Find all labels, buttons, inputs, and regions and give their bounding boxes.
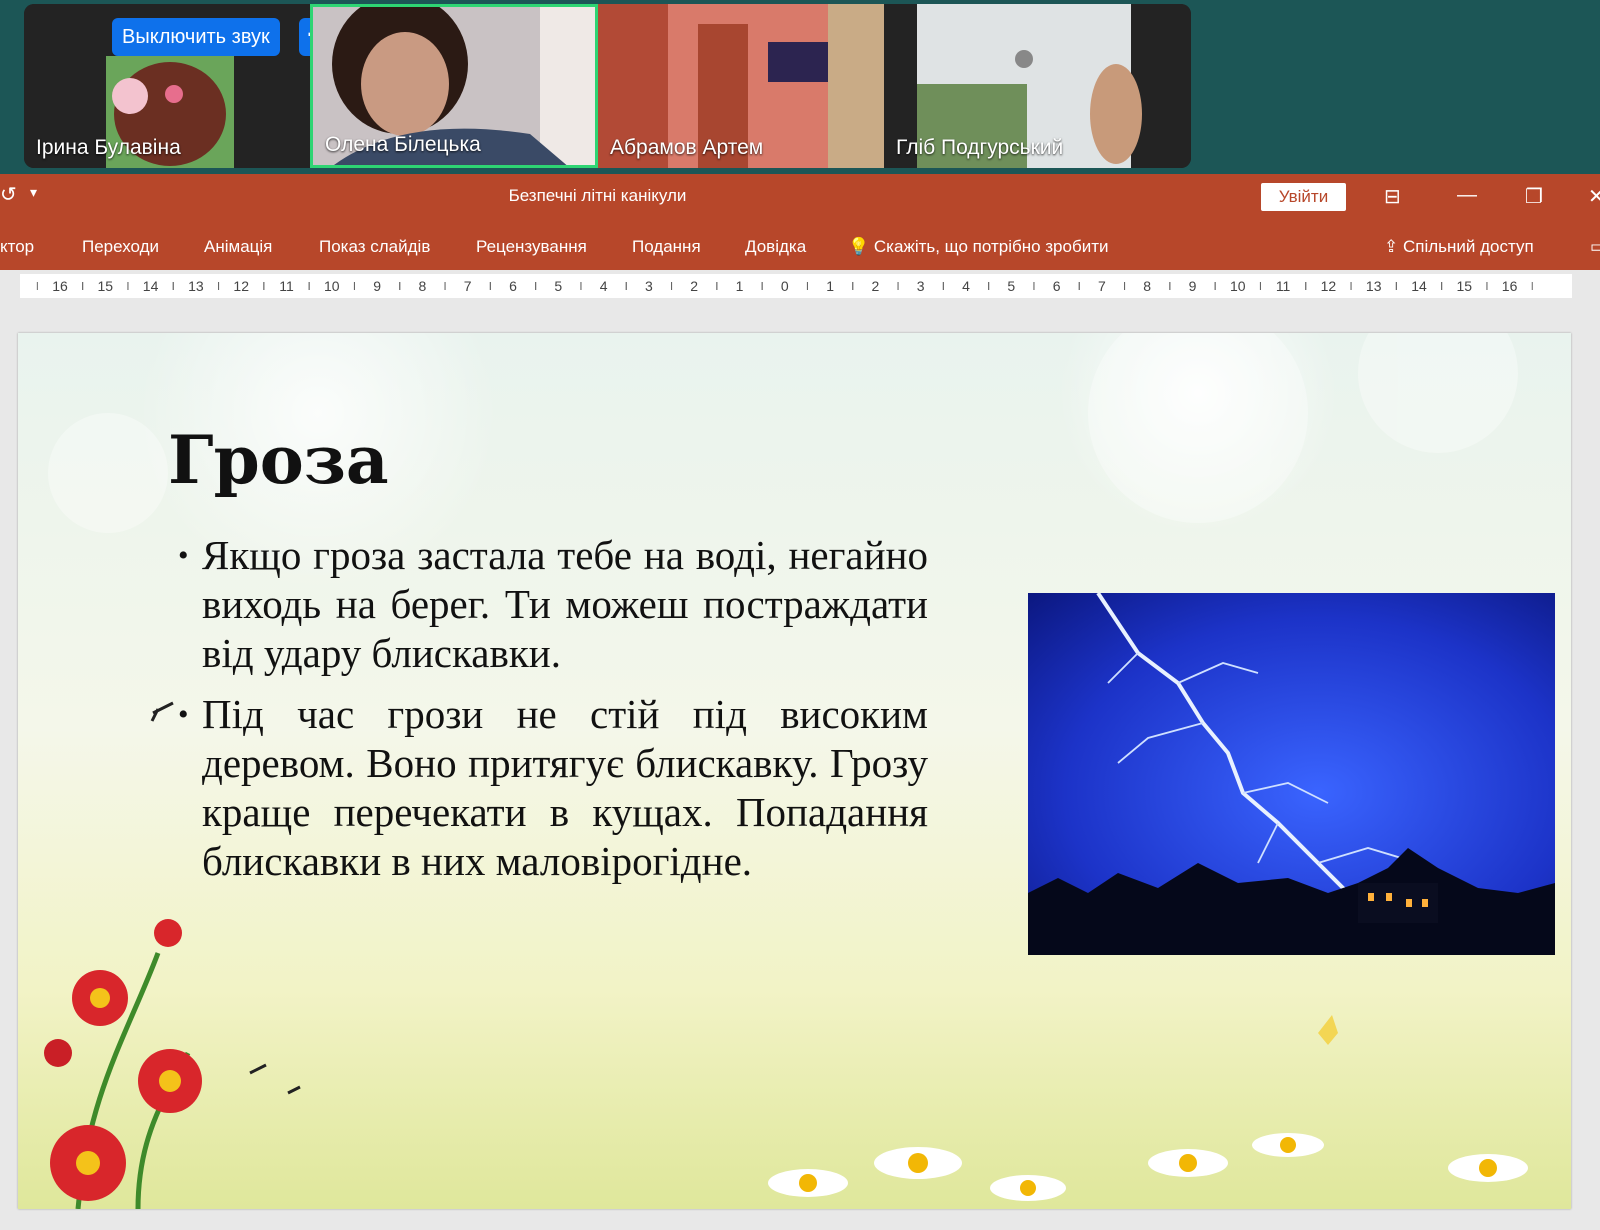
ruler-label: 7 xyxy=(1098,278,1106,294)
ruler-label: 9 xyxy=(1189,278,1197,294)
ribbon-tabs: ктор Переходи Анімація Показ слайдів Рец… xyxy=(0,222,1600,270)
ruler-label: 3 xyxy=(917,278,925,294)
ruler-label: 16 xyxy=(1502,278,1518,294)
participant-name: Олена Білецька xyxy=(325,133,481,156)
tell-me-search[interactable]: 💡 Скажіть, що потрібно зробити xyxy=(848,237,1109,257)
tell-me-label: Скажіть, що потрібно зробити xyxy=(873,237,1109,256)
ruler-label: 8 xyxy=(419,278,427,294)
ruler-label: 10 xyxy=(324,278,340,294)
ruler-label: 5 xyxy=(554,278,562,294)
lightning-photo[interactable] xyxy=(1028,593,1555,955)
ribbon-display-options-icon[interactable]: ⊟ xyxy=(1384,184,1401,209)
ruler-label: 11 xyxy=(279,278,294,294)
participant-tile-1[interactable]: Ірина Булавіна Выключить звук ··· xyxy=(24,4,310,168)
bullet-item: Якщо гроза застала тебе на воді, негайно… xyxy=(178,531,928,678)
tab-animations[interactable]: Анімація xyxy=(204,237,272,257)
signin-button[interactable]: Увійти xyxy=(1261,183,1346,211)
powerpoint-titlebar: ↺ ▾ Безпечні літні канікули Увійти ⊟ — ❐… xyxy=(0,174,1600,222)
ruler-label: 14 xyxy=(1411,278,1427,294)
ruler-label: 0 xyxy=(781,278,789,294)
ruler-label: 7 xyxy=(464,278,472,294)
document-title: Безпечні літні канікули xyxy=(508,186,687,205)
horizontal-ruler[interactable]: 16 15 14 13 12 11 10 9 8 7 6 5 4 3 2 1 0 1 2 3 4 5 6 7 8 9 10 11 12 1… xyxy=(20,274,1572,298)
ruler-label: 12 xyxy=(233,278,249,294)
bullet-item: Під час грози не стій під високим дерево… xyxy=(178,690,928,886)
participant-tile-4[interactable]: Гліб Подгурський xyxy=(884,4,1191,168)
tab-help[interactable]: Довідка xyxy=(745,237,806,257)
ruler-label: 2 xyxy=(690,278,698,294)
ruler-label: 2 xyxy=(872,278,880,294)
restore-icon[interactable]: ❐ xyxy=(1525,184,1543,209)
ruler-label: 8 xyxy=(1143,278,1151,294)
tab-transitions[interactable]: Переходи xyxy=(82,237,159,257)
ruler-label: 12 xyxy=(1321,278,1337,294)
ruler-ticks: 16 15 14 13 12 11 10 9 8 7 6 5 4 3 2 1 0 1 2 3 4 5 6 7 8 9 10 11 12 1… xyxy=(36,278,1533,294)
ruler-label: 6 xyxy=(1053,278,1061,294)
ruler-label: 11 xyxy=(1276,278,1291,294)
ruler-label: 4 xyxy=(962,278,970,294)
slide-canvas[interactable]: Гроза Якщо гроза застала тебе на воді, н… xyxy=(18,333,1571,1209)
lightbulb-icon: 💡 xyxy=(848,237,870,256)
participant-tile-2[interactable]: Олена Білецька xyxy=(310,4,598,168)
close-icon[interactable]: ✕ xyxy=(1588,184,1600,209)
ruler-label: 1 xyxy=(736,278,744,294)
ruler-label: 15 xyxy=(98,278,114,294)
share-button[interactable]: ⇪ Спільний доступ xyxy=(1384,237,1534,257)
participant-name: Ірина Булавіна xyxy=(36,136,181,159)
ruler-label: 1 xyxy=(826,278,834,294)
tab-design[interactable]: ктор xyxy=(0,237,34,257)
ruler-label: 10 xyxy=(1230,278,1246,294)
participant-name: Абрамов Артем xyxy=(610,136,764,159)
video-tiles: Ірина Булавіна Выключить звук ··· Олена … xyxy=(24,4,1191,168)
ruler-label: 14 xyxy=(143,278,159,294)
ruler-label: 9 xyxy=(373,278,381,294)
ruler-label: 4 xyxy=(600,278,608,294)
ruler-label: 6 xyxy=(509,278,517,294)
tab-view[interactable]: Подання xyxy=(632,237,701,257)
slide-bullets[interactable]: Якщо гроза застала тебе на воді, негайно… xyxy=(178,531,928,898)
share-icon: ⇪ xyxy=(1384,237,1399,256)
tab-review[interactable]: Рецензування xyxy=(476,237,587,257)
ruler-label: 3 xyxy=(645,278,653,294)
tab-slideshow[interactable]: Показ слайдів xyxy=(319,237,430,257)
ruler-label: 15 xyxy=(1457,278,1473,294)
ruler-label: 13 xyxy=(188,278,204,294)
mute-button[interactable]: Выключить звук xyxy=(112,18,280,56)
zoom-participants-strip: Ірина Булавіна Выключить звук ··· Олена … xyxy=(0,0,1600,174)
red-flowers xyxy=(44,919,202,1209)
comments-icon[interactable]: ▭ xyxy=(1590,237,1600,257)
participant-tile-3[interactable]: Абрамов Артем xyxy=(598,4,884,168)
ruler-label: 5 xyxy=(1007,278,1015,294)
minimize-icon[interactable]: — xyxy=(1457,184,1477,207)
share-label: Спільний доступ xyxy=(1402,237,1534,256)
ruler-label: 13 xyxy=(1366,278,1382,294)
ruler-label: 16 xyxy=(52,278,68,294)
participant-name: Гліб Подгурський xyxy=(896,136,1064,159)
slide-title[interactable]: Гроза xyxy=(168,421,389,499)
more-options-button[interactable]: ··· xyxy=(299,18,310,56)
